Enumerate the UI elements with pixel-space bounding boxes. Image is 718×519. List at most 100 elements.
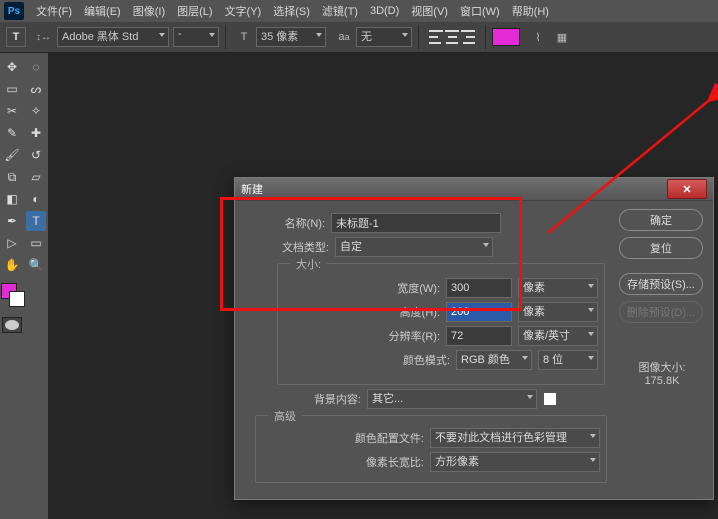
menu-edit[interactable]: 编辑(E) [78, 3, 127, 19]
menu-view[interactable]: 视图(V) [405, 3, 454, 19]
size-legend: 大小: [290, 256, 327, 272]
shape-tool[interactable]: ▭ [26, 233, 46, 253]
dialog-button-column: 确定 复位 存储预设(S)... 删除预设(D)... 图像大小: 175.8K [613, 209, 703, 387]
height-input[interactable] [446, 302, 512, 322]
brush-tool[interactable]: 🖌 [2, 145, 22, 165]
height-unit-select[interactable]: 像素 [518, 302, 598, 322]
chevron-down-icon [522, 356, 528, 360]
eraser-tool[interactable]: ▱ [26, 167, 46, 187]
chevron-down-icon [316, 33, 322, 37]
rect-select-tool[interactable]: ◌ [26, 57, 46, 77]
dodge-tool[interactable]: ◐ [26, 189, 46, 209]
width-input[interactable] [446, 278, 512, 298]
menu-window[interactable]: 窗口(W) [454, 3, 506, 19]
background-swatch[interactable] [9, 291, 25, 307]
dialog-titlebar[interactable]: 新建 ✕ [235, 178, 713, 201]
chevron-down-icon [209, 33, 215, 37]
resolution-input[interactable] [446, 326, 512, 346]
move-tool[interactable]: ✥ [2, 57, 22, 77]
color-swatches[interactable] [1, 283, 23, 305]
chevron-down-icon [588, 356, 594, 360]
stamp-tool[interactable]: ⧉ [2, 167, 22, 187]
lasso-tool[interactable]: ᔕ [26, 79, 46, 99]
preset-select[interactable]: 自定 [335, 237, 493, 257]
bitdepth-select[interactable]: 8 位 [538, 350, 598, 370]
bg-label: 背景内容: [305, 391, 361, 407]
chevron-down-icon [402, 33, 408, 37]
ok-button[interactable]: 确定 [619, 209, 703, 231]
chevron-down-icon [588, 332, 594, 336]
save-preset-button[interactable]: 存储预设(S)... [619, 273, 703, 295]
text-align-group [429, 30, 475, 44]
eyedropper-tool[interactable]: ✎ [2, 123, 22, 143]
font-size-icon: T [234, 27, 254, 47]
tool-preset-icon[interactable]: T [6, 27, 26, 47]
marquee-tool[interactable]: ▭ [2, 79, 22, 99]
new-document-dialog: 新建 ✕ 确定 复位 存储预设(S)... 删除预设(D)... 图像大小: 1… [234, 177, 714, 500]
menu-3d[interactable]: 3D(D) [364, 5, 405, 17]
history-brush-tool[interactable]: ↺ [26, 145, 46, 165]
options-bar: T ↕↔ Adobe 黑体 Std - T 35 像素 aa 无 ⌇ ▦ [0, 22, 718, 53]
type-tool[interactable]: T [26, 211, 46, 231]
font-style-select[interactable]: - [173, 27, 219, 47]
profile-label: 颜色配置文件: [342, 430, 424, 446]
menu-type[interactable]: 文字(Y) [219, 3, 268, 19]
menu-image[interactable]: 图像(I) [127, 3, 171, 19]
divider [485, 25, 486, 49]
aspect-label: 像素长宽比: [342, 454, 424, 470]
name-input[interactable] [331, 213, 501, 233]
resolution-unit-select[interactable]: 像素/英寸 [518, 326, 598, 346]
font-family-select[interactable]: Adobe 黑体 Std [57, 27, 169, 47]
name-label: 名称(N): [245, 215, 325, 231]
advanced-fieldset: 高级 颜色配置文件: 不要对此文档进行色彩管理 像素长宽比: 方形像素 [255, 415, 607, 483]
advanced-legend: 高级 [268, 408, 302, 424]
colormode-label: 颜色模式: [390, 352, 450, 368]
menu-file[interactable]: 文件(F) [30, 3, 78, 19]
menu-bar: Ps 文件(F) 编辑(E) 图像(I) 图层(L) 文字(Y) 选择(S) 滤… [0, 0, 718, 22]
bg-color-swatch[interactable] [543, 392, 557, 406]
menu-filter[interactable]: 滤镜(T) [316, 3, 364, 19]
menu-layer[interactable]: 图层(L) [171, 3, 218, 19]
workspace: ✥ ▭ ✂ ✎ 🖌 ⧉ ◧ ✒ ▷ ✋ ◌ ᔕ ✧ ✚ ↺ ▱ ◐ T ▭ 🔍 … [0, 53, 718, 519]
tools-column-right: ◌ ᔕ ✧ ✚ ↺ ▱ ◐ T ▭ 🔍 [24, 53, 48, 519]
font-size-select[interactable]: 35 像素 [256, 27, 326, 47]
chevron-down-icon [483, 243, 489, 247]
reset-button[interactable]: 复位 [619, 237, 703, 259]
pen-tool[interactable]: ✒ [2, 211, 22, 231]
align-left-button[interactable] [429, 30, 443, 44]
image-size-info: 图像大小: 175.8K [621, 359, 703, 387]
menu-help[interactable]: 帮助(H) [506, 3, 555, 19]
text-color-swatch[interactable] [492, 28, 520, 46]
path-select-tool[interactable]: ▷ [2, 233, 22, 253]
heal-tool[interactable]: ✚ [26, 123, 46, 143]
orientation-toggle-icon[interactable]: ↕↔ [36, 32, 51, 43]
antialias-select[interactable]: 无 [356, 27, 412, 47]
chevron-down-icon [527, 395, 533, 399]
height-label: 高度(H): [380, 304, 440, 320]
bg-select[interactable]: 其它... [367, 389, 537, 409]
quickmask-toggle[interactable] [2, 317, 22, 333]
chevron-down-icon [159, 33, 165, 37]
aspect-select[interactable]: 方形像素 [430, 452, 600, 472]
width-label: 宽度(W): [380, 280, 440, 296]
chevron-down-icon [588, 284, 594, 288]
zoom-tool[interactable]: 🔍 [26, 255, 46, 275]
warp-text-icon[interactable]: ⌇ [528, 27, 548, 47]
canvas-area: 新建 ✕ 确定 复位 存储预设(S)... 删除预设(D)... 图像大小: 1… [48, 53, 718, 519]
profile-select[interactable]: 不要对此文档进行色彩管理 [430, 428, 600, 448]
width-unit-select[interactable]: 像素 [518, 278, 598, 298]
size-fieldset: 大小: 宽度(W): 像素 高度(H): 像素 分辨率(R): 像素 [277, 263, 605, 385]
align-right-button[interactable] [461, 30, 475, 44]
gradient-tool[interactable]: ◧ [2, 189, 22, 209]
hand-tool[interactable]: ✋ [2, 255, 22, 275]
colormode-select[interactable]: RGB 颜色 [456, 350, 532, 370]
crop-tool[interactable]: ✂ [2, 101, 22, 121]
chevron-down-icon [588, 308, 594, 312]
close-button[interactable]: ✕ [667, 179, 707, 199]
panels-toggle-icon[interactable]: ▦ [552, 27, 572, 47]
menu-select[interactable]: 选择(S) [267, 3, 316, 19]
wand-tool[interactable]: ✧ [26, 101, 46, 121]
align-center-button[interactable] [445, 30, 459, 44]
app-logo: Ps [4, 2, 24, 20]
dialog-title: 新建 [241, 181, 667, 197]
